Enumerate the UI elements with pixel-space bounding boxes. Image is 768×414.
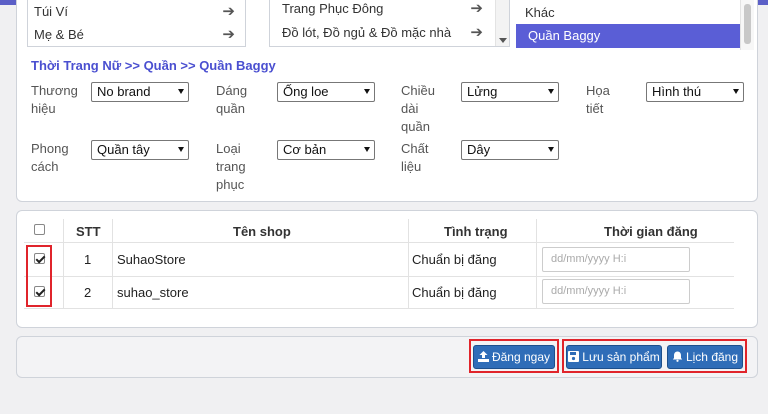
category-item-label: Trang Phục Đông (282, 1, 384, 16)
garment-type-select[interactable]: Cơ bản (277, 140, 375, 160)
arrow-right-icon: ➔ (470, 0, 483, 17)
material-select[interactable]: Dây (461, 140, 559, 160)
select-all-checkbox[interactable] (34, 224, 45, 235)
scroll-thumb[interactable] (744, 4, 751, 44)
garment-type-select-value: Cơ bản (283, 142, 327, 157)
post-now-label: Đăng ngay (491, 350, 551, 364)
category-item-label: Khác (525, 5, 555, 20)
post-now-button[interactable]: Đăng ngay (473, 345, 555, 369)
table-divider (24, 276, 734, 277)
attr-label-material: Chất liệu (401, 141, 429, 174)
table-column-line (408, 219, 409, 309)
category-list-3: Khác Quần Baggy (513, 0, 756, 50)
caret-down-icon (178, 89, 184, 94)
category-item[interactable]: Mẹ & Bé ➔ (28, 23, 245, 46)
table-column-line (536, 219, 537, 309)
column-header-status: Tình trạng (444, 224, 508, 239)
category-item[interactable]: Túi Ví ➔ (28, 0, 245, 23)
category-item-label: Quần Baggy (528, 28, 601, 43)
length-select[interactable]: Lửng (461, 82, 559, 102)
caret-down-icon (178, 147, 184, 152)
table-column-line (63, 219, 64, 309)
attr-label-pattern: Họa tiết (586, 83, 610, 116)
caret-down-icon (364, 147, 370, 152)
brand-select-value: No brand (97, 84, 151, 99)
bell-icon (672, 347, 683, 369)
upload-icon (477, 347, 489, 369)
post-time-input[interactable]: dd/mm/yyyy H:i (542, 279, 690, 304)
arrow-right-icon: ➔ (222, 26, 235, 43)
material-select-value: Dây (467, 142, 491, 157)
pattern-select[interactable]: Hình thú (646, 82, 744, 102)
attr-label-length: Chiều dài quần (401, 83, 435, 134)
style-select-value: Quần tây (97, 142, 150, 157)
column-header-shop: Tên shop (233, 224, 291, 239)
scroll-down-icon[interactable] (499, 38, 507, 43)
category-list-1: Túi Ví ➔ Mẹ & Bé ➔ (27, 0, 246, 47)
pattern-select-value: Hình thú (652, 84, 702, 99)
category-item-label: Mẹ & Bé (34, 27, 84, 42)
category-list-2: Trang Phục Đông ➔ Đồ lót, Đồ ngủ & Đồ mặ… (269, 0, 510, 47)
fit-select-value: Ống loe (283, 84, 329, 99)
row-stt: 2 (84, 285, 92, 300)
fit-select[interactable]: Ống loe (277, 82, 375, 102)
post-time-input[interactable]: dd/mm/yyyy H:i (542, 247, 690, 272)
caret-down-icon (548, 89, 554, 94)
category-item-selected[interactable]: Quần Baggy (516, 24, 742, 48)
length-select-value: Lửng (467, 84, 498, 99)
attr-label-style: Phong cách (31, 141, 69, 174)
save-product-label: Lưu sản phẩm (582, 350, 660, 364)
style-select[interactable]: Quần tây (91, 140, 189, 160)
category-item[interactable]: Khác (513, 1, 756, 24)
schedule-button[interactable]: Lịch đăng (667, 345, 743, 369)
brand-select[interactable]: No brand (91, 82, 189, 102)
row-status: Chuẩn bị đăng (412, 285, 497, 300)
attr-label-fit: Dáng quần (216, 83, 248, 116)
checkbox-highlight (26, 245, 52, 307)
arrow-right-icon: ➔ (222, 3, 235, 20)
breadcrumb: Thời Trang Nữ >> Quần >> Quần Baggy (31, 58, 276, 73)
caret-down-icon (733, 89, 739, 94)
row-shop-name: SuhaoStore (117, 252, 186, 267)
category-item-label: Túi Ví (34, 4, 68, 19)
attr-label-brand: Thương hiệu (31, 83, 78, 116)
column-header-stt: STT (76, 224, 101, 239)
row-stt: 1 (84, 252, 92, 267)
arrow-right-icon: ➔ (470, 24, 483, 41)
category-scrollbar[interactable] (495, 0, 509, 46)
category-item[interactable]: Trang Phục Đông ➔ (270, 0, 509, 20)
category-item-label: Đồ lót, Đồ ngủ & Đồ mặc nhà (282, 25, 452, 40)
category-scrollbar[interactable] (740, 0, 754, 50)
table-column-line (112, 219, 113, 309)
table-divider (24, 308, 734, 309)
column-header-time: Thời gian đăng (604, 224, 698, 239)
row-status: Chuẩn bị đăng (412, 252, 497, 267)
schedule-label: Lịch đăng (685, 350, 739, 364)
caret-down-icon (548, 147, 554, 152)
save-product-button[interactable]: Lưu sản phẩm (566, 345, 662, 369)
save-icon (568, 347, 580, 369)
category-item[interactable]: Đồ lót, Đồ ngủ & Đồ mặc nhà ➔ (270, 20, 509, 46)
caret-down-icon (364, 89, 370, 94)
table-divider (24, 242, 734, 243)
row-shop-name: suhao_store (117, 285, 189, 300)
attr-label-garment-type: Loại trang phục (216, 141, 246, 192)
